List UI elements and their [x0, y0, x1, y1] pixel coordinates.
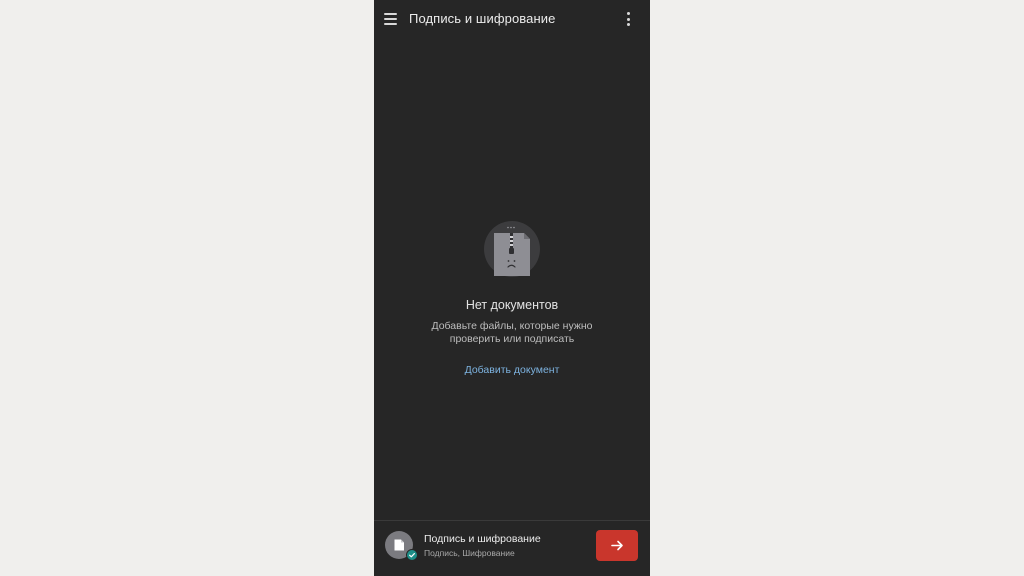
add-document-link[interactable]: Добавить документ — [374, 364, 650, 376]
next-button[interactable] — [596, 530, 638, 561]
bottom-bar-title: Подпись и шифрование — [424, 533, 541, 545]
app-screen: Подпись и шифрование Нет документов Доба… — [374, 0, 650, 576]
bottom-bar[interactable]: Подпись и шифрование Подпись, Шифрование — [374, 521, 650, 576]
sad-zip-file-icon — [484, 221, 540, 277]
arrow-right-icon — [611, 540, 623, 551]
empty-state-description: Добавьте файлы, которые нужно проверить … — [431, 320, 593, 345]
top-app-bar: Подпись и шифрование — [374, 0, 650, 38]
more-vertical-icon[interactable] — [621, 11, 635, 27]
empty-state-title: Нет документов — [465, 298, 559, 312]
bottom-bar-subtitle: Подпись, Шифрование — [424, 548, 515, 558]
page-title: Подпись и шифрование — [409, 11, 556, 26]
hamburger-menu-icon[interactable] — [384, 12, 398, 26]
check-badge-icon — [406, 549, 418, 561]
